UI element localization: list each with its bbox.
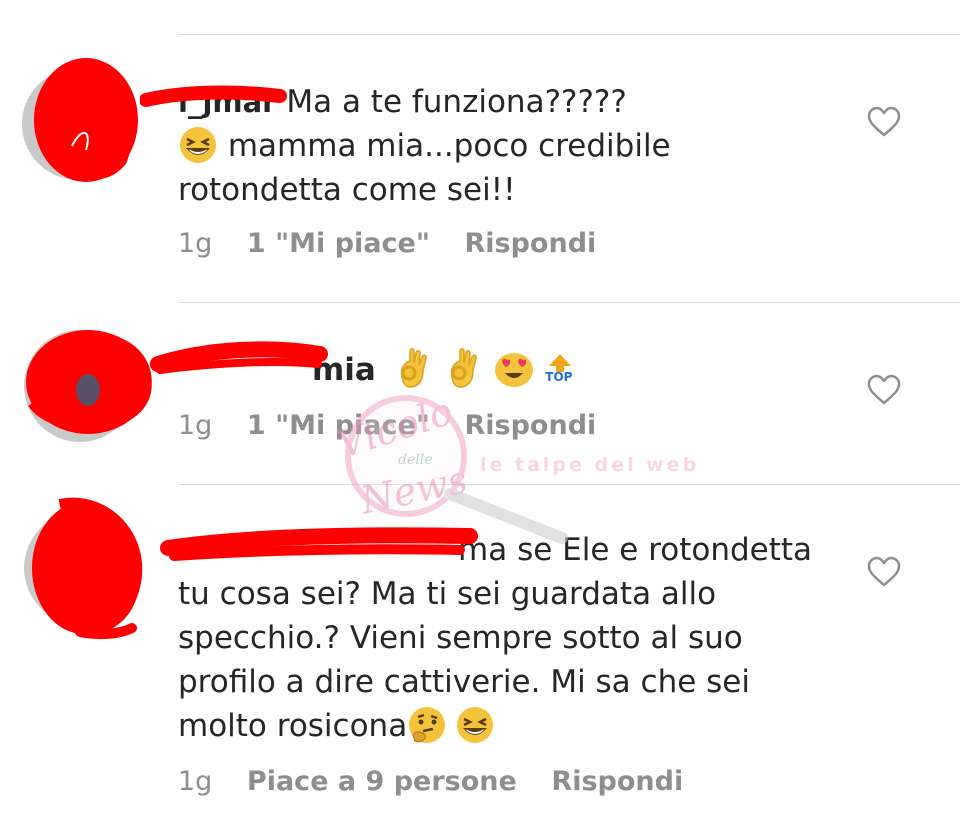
- comment-line: rotondetta come sei!!: [178, 172, 516, 208]
- comment-line: se Ele e rotondetta: [517, 532, 813, 568]
- comment-meta: 1g 1 "Mi piace" Rispondi: [178, 228, 622, 259]
- comment-line: mamma mia...poco credibile: [227, 128, 671, 164]
- comment-meta: 1g 1 "Mi piace" Rispondi: [178, 410, 622, 441]
- grinning-squinting-face-icon: [180, 126, 216, 163]
- divider: [178, 484, 960, 485]
- comment-text: mia TOP: [178, 347, 828, 394]
- top-divider: [178, 34, 960, 35]
- top-arrow-icon: [549, 353, 572, 372]
- watermark-line2: delle: [398, 452, 433, 468]
- reply-button[interactable]: Rispondi: [464, 228, 596, 259]
- comments-screen: l_jmar Ma a te funziona????? mamma mia..…: [0, 0, 960, 814]
- comment-line: specchio.? Vieni sempre sotto al suo: [178, 620, 743, 656]
- like-heart-icon[interactable]: [866, 374, 902, 406]
- likes-count[interactable]: Piace a 9 persone: [247, 766, 517, 797]
- watermark-band: le talpe del web: [480, 454, 700, 476]
- heart-eyes-face-icon: [495, 352, 534, 387]
- likes-count[interactable]: 1 "Mi piace": [247, 228, 430, 259]
- username[interactable]: ma: [458, 532, 507, 568]
- avatar[interactable]: [24, 330, 136, 442]
- like-heart-icon[interactable]: [866, 106, 902, 138]
- avatar[interactable]: [22, 68, 134, 180]
- username[interactable]: mia: [312, 352, 376, 388]
- reply-button[interactable]: Rispondi: [464, 410, 596, 441]
- likes-count[interactable]: 1 "Mi piace": [247, 410, 430, 441]
- divider: [178, 302, 960, 303]
- thinking-face-icon: [409, 706, 446, 743]
- comment-meta: 1g Piace a 9 persone Rispondi: [178, 766, 709, 797]
- grinning-squinting-face-icon: [457, 706, 494, 743]
- comment-line: molto rosicona: [178, 708, 408, 744]
- timestamp: 1g: [178, 766, 213, 797]
- comment-line: Ma a te funziona?????: [286, 84, 627, 120]
- ok-hand-icon: [400, 347, 427, 388]
- ok-hand-icon: [450, 347, 477, 388]
- timestamp: 1g: [178, 228, 213, 259]
- avatar-photo: [70, 370, 96, 406]
- avatar-photo: [70, 552, 96, 588]
- avatar-photo: [68, 108, 94, 144]
- reply-button[interactable]: Rispondi: [551, 766, 683, 797]
- top-label: TOP: [545, 369, 573, 384]
- comment-text: l_jmar Ma a te funziona????? mamma mia..…: [178, 80, 828, 212]
- comment-line: tu cosa sei? Ma ti sei guardata allo: [178, 576, 717, 612]
- timestamp: 1g: [178, 410, 213, 441]
- username[interactable]: l_jmar: [178, 85, 276, 119]
- like-heart-icon[interactable]: [866, 556, 902, 588]
- avatar[interactable]: [24, 512, 136, 624]
- watermark-line3: News: [356, 457, 472, 523]
- comment-line: profilo a dire cattiverie. Mi sa che sei: [178, 664, 750, 700]
- comment-text: ma se Ele e rotondetta tu cosa sei? Ma t…: [178, 528, 828, 748]
